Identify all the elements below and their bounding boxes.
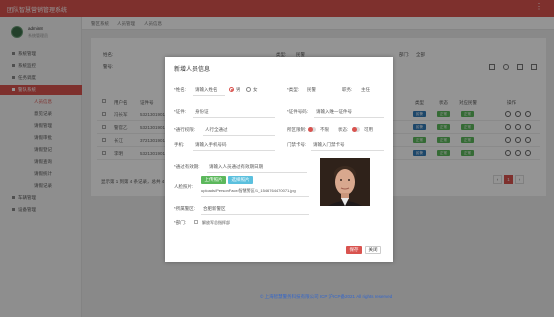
- zone2-select[interactable]: 合肥新警区: [203, 206, 226, 212]
- face-photo: [320, 158, 370, 206]
- zone2-label: *所属警区:: [174, 206, 196, 211]
- copyright-text: © 上海智慧警务科技有限公司 ICP 沪ICP备2021 All rights …: [260, 294, 393, 299]
- gate-card-input[interactable]: 请输入门禁卡号: [313, 142, 345, 148]
- status-value: 可用: [364, 127, 373, 132]
- status-toggle[interactable]: [352, 127, 360, 132]
- zone2-underline: [201, 214, 309, 215]
- photo-path: uploads/PersonFace/智慧警区/1_1546764470071.…: [201, 188, 296, 193]
- cert-select[interactable]: 身份证: [195, 109, 209, 115]
- expire-underline: [207, 172, 307, 173]
- dept-value: 解放军总指挥部: [202, 220, 230, 225]
- cert-no-label: *证件号码:: [287, 109, 309, 114]
- close-button[interactable]: 关闭: [365, 246, 381, 254]
- add-person-dialog: 新增人员信息 *姓名: 请输入姓名 男 女 *类型: 民警 职务: 主任 *证件…: [165, 57, 393, 262]
- photo-path-underline: [201, 196, 309, 197]
- zone-limit-label: 所区限制:: [287, 127, 307, 132]
- dept-checkbox[interactable]: [194, 220, 198, 224]
- phone-input[interactable]: 请输入手机号码: [195, 142, 227, 148]
- cert-underline: [193, 117, 275, 118]
- gender-female-label: 女: [253, 87, 258, 92]
- gate-card-label: 门禁卡号:: [287, 142, 307, 147]
- photo-label: 人脸照片:: [174, 184, 194, 189]
- name-label: *姓名:: [174, 87, 187, 92]
- upload-photo-button[interactable]: 上传照片: [201, 176, 226, 184]
- gender-female-radio[interactable]: [246, 87, 251, 92]
- select-photo-button[interactable]: 选择照片: [228, 176, 253, 184]
- save-button[interactable]: 保存: [346, 246, 362, 254]
- dept-label: *部门:: [174, 220, 187, 225]
- cert-no-underline: [314, 117, 384, 118]
- name-input[interactable]: 请输入姓名: [195, 87, 218, 93]
- position-select[interactable]: 主任: [361, 87, 370, 93]
- cert-label: *证件:: [174, 109, 187, 114]
- phone-underline: [193, 150, 275, 151]
- expire-label: *通过有效期:: [174, 164, 200, 169]
- phone-label: 手机:: [174, 142, 185, 147]
- access-select[interactable]: 人行全通过: [205, 127, 228, 133]
- dialog-title: 新增人员信息: [174, 67, 211, 73]
- gender-male-label: 男: [236, 87, 241, 92]
- access-underline: [203, 135, 275, 136]
- name-underline: [193, 95, 225, 96]
- position-label: 职务:: [342, 87, 353, 92]
- zone-limit-toggle[interactable]: [308, 127, 316, 132]
- type-select[interactable]: 民警: [307, 87, 316, 93]
- zone-limit-value: 不限: [320, 127, 329, 132]
- gender-male-radio[interactable]: [229, 87, 234, 92]
- status-label: 状态:: [338, 127, 349, 132]
- type-label: *类型:: [287, 87, 300, 92]
- gate-card-underline: [311, 150, 384, 151]
- cert-no-input[interactable]: 请输入唯一证件号: [316, 109, 352, 115]
- access-label: *通行权限:: [174, 127, 196, 132]
- expire-input[interactable]: 请输入人员通过有效期日期: [209, 164, 263, 170]
- copyright-footer: © 上海智慧警务科技有限公司 ICP 沪ICP备2021 All rights …: [260, 294, 392, 300]
